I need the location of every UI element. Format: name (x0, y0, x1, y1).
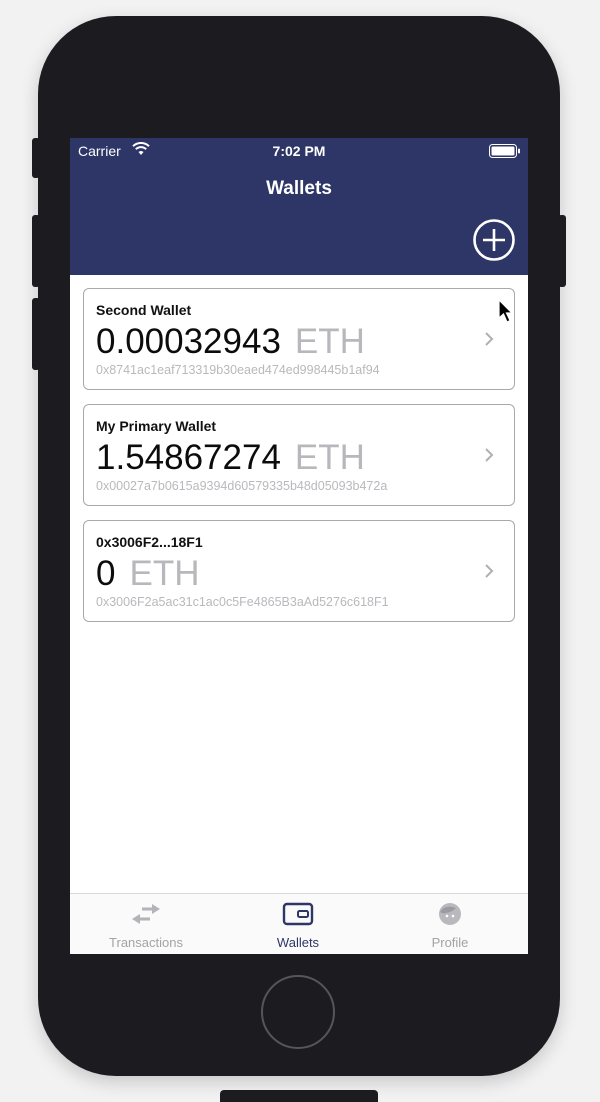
wallet-card-primary[interactable]: My Primary Wallet 1.54867274 ETH 0x00027a… (83, 404, 515, 506)
wallet-balance-unit: ETH (294, 438, 365, 477)
status-time: 7:02 PM (272, 143, 326, 159)
mute-switch (32, 138, 40, 178)
chevron-right-icon (485, 564, 494, 578)
tab-bar: Transactions Wallets Profile (70, 893, 528, 954)
bottom-edge (220, 1090, 378, 1102)
wallet-icon (282, 902, 314, 926)
add-wallet-button[interactable] (472, 218, 516, 262)
wallet-card-third[interactable]: 0x3006F2...18F1 0 ETH 0x3006F2a5ac31c1ac0… (83, 520, 515, 622)
battery-icon (489, 144, 520, 158)
wallet-balance-unit: ETH (294, 322, 365, 361)
tab-profile[interactable]: Profile (374, 894, 526, 954)
chevron-right-icon (485, 448, 494, 462)
wallet-name: Second Wallet (96, 302, 192, 318)
wallet-balance-unit: ETH (129, 554, 200, 593)
wallet-address: 0x3006F2a5ac31c1ac0c5Fe4865B3aAd5276c618… (96, 595, 389, 609)
wallet-balance-value: 0 (96, 554, 116, 593)
wallet-balance: 0.00032943 ETH (96, 322, 365, 362)
transactions-icon (132, 904, 160, 924)
page-title: Wallets (266, 178, 332, 199)
wallet-address: 0x00027a7b0615a9394d60579335b48d05093b47… (96, 479, 388, 493)
home-button[interactable] (261, 975, 335, 1049)
wallet-name: My Primary Wallet (96, 418, 217, 434)
nav-header: Carrier 7:02 PM Wallets (70, 138, 528, 275)
wallet-address: 0x8741ac1eaf713319b30eaed474ed998445b1af… (96, 363, 380, 377)
tab-label: Wallets (276, 935, 320, 950)
chevron-right-icon (485, 332, 494, 346)
power-button (558, 215, 566, 287)
wallet-balance: 0 ETH (96, 554, 199, 594)
wallet-name: 0x3006F2...18F1 (96, 534, 203, 550)
wallet-card-second[interactable]: Second Wallet 0.00032943 ETH 0x8741ac1eaf… (83, 288, 515, 390)
volume-down-button (32, 298, 40, 370)
wallet-balance-value: 1.54867274 (96, 438, 281, 477)
profile-icon (439, 903, 461, 925)
mouse-cursor-icon (498, 299, 514, 323)
app-screen: Carrier 7:02 PM Wallets Second Wallet 0.… (70, 138, 528, 954)
volume-up-button (32, 215, 40, 287)
wallet-balance: 1.54867274 ETH (96, 438, 365, 478)
tab-transactions[interactable]: Transactions (70, 894, 222, 954)
wallet-balance-value: 0.00032943 (96, 322, 281, 361)
tab-wallets[interactable]: Wallets (222, 894, 374, 954)
tab-label: Profile (431, 935, 469, 950)
tab-label: Transactions (109, 935, 183, 950)
